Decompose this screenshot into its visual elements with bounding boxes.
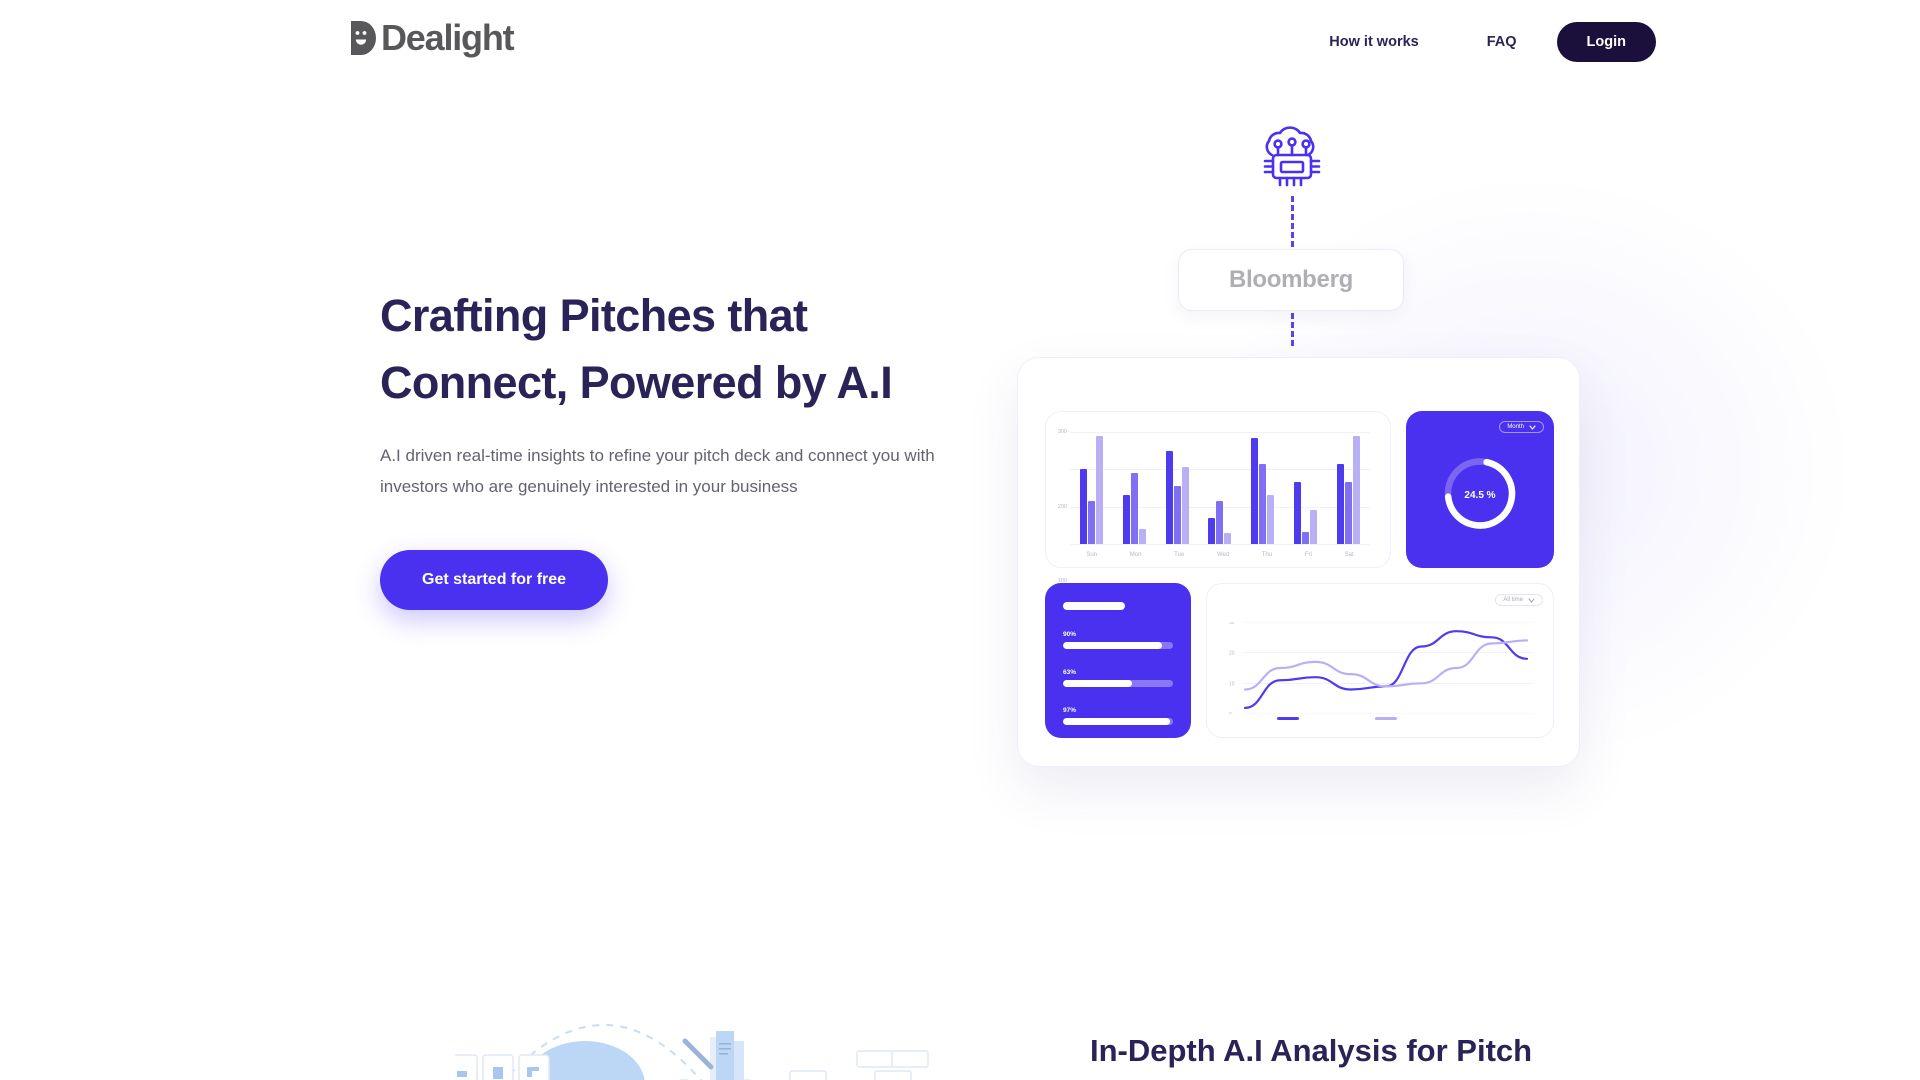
donut-gauge: 24.5 % [1439, 452, 1521, 539]
progress-fill [1063, 680, 1133, 687]
chevron-down-icon [1529, 424, 1536, 430]
hero-title: Crafting Pitches that Connect, Powered b… [380, 290, 893, 408]
line-series [1243, 639, 1529, 691]
bar [1259, 463, 1267, 544]
bar [1352, 435, 1360, 544]
donut-gauge-card: Month 24.5 % [1406, 411, 1554, 568]
line-series [1243, 630, 1529, 709]
progress-fill [1063, 718, 1170, 725]
progress-label: 63% [1063, 669, 1077, 676]
progress-track [1063, 718, 1173, 725]
x-axis-tick-label: Sun [1086, 552, 1098, 558]
y-axis-tick-label: 300 [1057, 429, 1067, 435]
y-axis-tick-label: 10 [1229, 681, 1235, 687]
x-axis-tick-label: Sat [1344, 552, 1354, 558]
bar [1165, 450, 1173, 544]
progress-item: 90% [1063, 631, 1173, 649]
ai-brain-chip-icon [1263, 126, 1321, 187]
bar [1344, 482, 1352, 544]
bar-chart-x-labels: Sun Mon Tue Wed Thu Fri Sat [1070, 552, 1370, 558]
donut-value: 24.5 % [1464, 490, 1496, 502]
bar-group [1079, 432, 1103, 544]
donut-range-label: Month [1507, 424, 1524, 430]
bar [1087, 501, 1095, 544]
bar [1216, 501, 1224, 544]
bar-series-container [1070, 432, 1370, 544]
x-axis-tick-label: Mon [1129, 552, 1142, 558]
progress-item: 97% [1063, 707, 1173, 725]
bar-chart-card: 3002001000 SunMonTueWedThuFriSat [1045, 411, 1391, 659]
line-range-dropdown[interactable]: All time [1495, 594, 1543, 606]
bar [1181, 466, 1189, 544]
line-range-label: All time [1503, 597, 1523, 603]
bar [1224, 532, 1232, 544]
bar [1294, 482, 1302, 544]
bar-group [1251, 432, 1275, 544]
legend-swatch [1277, 717, 1299, 720]
bar [1208, 517, 1216, 544]
hero-copy: Crafting Pitches that Connect, Powered b… [380, 282, 940, 610]
y-axis-tick-label: 0 [1229, 712, 1232, 714]
bar [1173, 486, 1181, 544]
main-nav: How it works FAQ Login [1329, 22, 1656, 62]
y-axis-tick-label: 20 [1229, 651, 1235, 657]
line-chart-svg: 0 10 20 30 [1229, 620, 1533, 718]
progress-fill [1063, 642, 1162, 649]
bar-chart-plot: 3002001000 [1058, 429, 1370, 659]
legend-swatch [1375, 717, 1397, 720]
bar-group [1122, 432, 1146, 544]
section-title-analysis: In-Depth A.I Analysis for Pitch Perfecti… [1090, 1033, 1533, 1068]
line-chart-legend [1277, 717, 1397, 720]
donut-range-dropdown[interactable]: Month [1499, 421, 1544, 433]
y-axis-tick-label: 200 [1057, 503, 1067, 510]
dealight-smiley-d-icon [351, 21, 376, 55]
y-axis-tick-label: 30 [1229, 622, 1235, 626]
bar-group [1165, 432, 1189, 544]
x-axis-tick-label: Thu [1261, 552, 1273, 558]
bar [1095, 435, 1103, 544]
bar [1336, 463, 1344, 544]
progress-label: 97% [1063, 707, 1077, 714]
progress-track [1063, 642, 1173, 649]
bar [1122, 495, 1130, 544]
x-axis-tick-label: Tue [1174, 552, 1185, 558]
brand-logo[interactable]: Dealight [348, 17, 515, 58]
x-axis-tick-label: Fri [1304, 552, 1312, 558]
bar [1302, 532, 1310, 544]
login-button[interactable]: Login [1556, 22, 1656, 62]
bar [1310, 510, 1318, 544]
nav-link-how-it-works[interactable]: How it works [1329, 24, 1418, 60]
get-started-button[interactable]: Get started for free [380, 550, 609, 610]
dashboard-mockup: 3002001000 SunMonTueWedThuFriSat Month 2… [1017, 357, 1580, 767]
analytics-illustration [455, 1024, 929, 1080]
nav-link-faq[interactable]: FAQ [1487, 24, 1517, 60]
bar [1130, 473, 1138, 544]
progress-card: 90% 63% 97% [1045, 583, 1191, 738]
progress-card-title-placeholder [1063, 602, 1125, 610]
x-axis-tick-label: Wed [1216, 552, 1230, 558]
chevron-down-icon [1528, 597, 1535, 603]
bar [1267, 495, 1275, 544]
bar [1079, 469, 1087, 544]
bar-group [1208, 432, 1232, 544]
bar [1251, 437, 1259, 544]
source-card-bloomberg[interactable]: Bloomberg [1178, 249, 1404, 311]
bar-group [1294, 432, 1318, 544]
brand-name: Dealight [381, 17, 515, 58]
site-header: Dealight How it works FAQ Login [0, 0, 1920, 88]
progress-item: 63% [1063, 669, 1173, 687]
line-chart-card: All time 0 10 20 30 [1206, 583, 1554, 738]
progress-label: 90% [1063, 631, 1077, 638]
grid-line: 0 [1064, 544, 1370, 659]
bar-group [1336, 432, 1360, 544]
bar [1138, 529, 1146, 544]
hero-subtitle: A.I driven real-time insights to refine … [380, 446, 935, 496]
line-chart-plot: 0 10 20 30 [1229, 620, 1533, 718]
source-card-label: Bloomberg [1229, 266, 1353, 293]
progress-track [1063, 680, 1173, 687]
